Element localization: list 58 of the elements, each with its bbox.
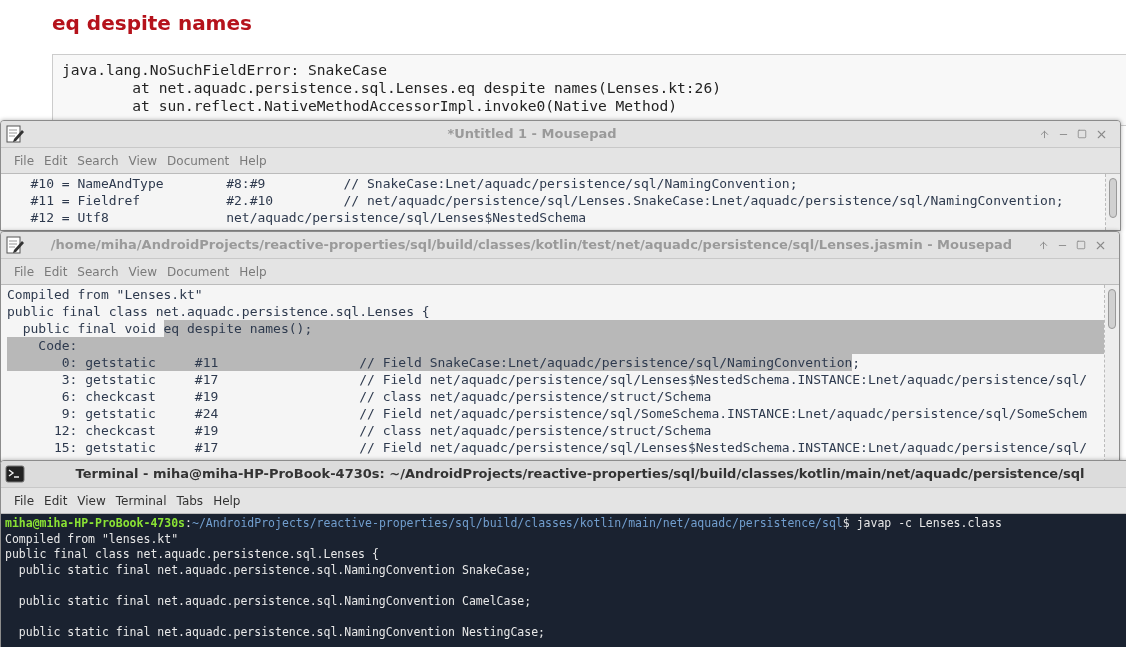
menu-item[interactable]: File — [9, 262, 40, 281]
selected-text: eq despite names(); — [163, 320, 1104, 337]
selected-text: 0: getstatic #11 // Field SnakeCase:Lnet/aquadc/persistence/sql/NamingConvention — [7, 354, 853, 371]
window-title: /home/miha/AndroidProjects/reactive-properties/sql/build/classes/kotlin/test/net/aquadc/persistence/sql/Lenses.jasmin - Mousepad — [50, 236, 1013, 255]
menu-item[interactable]: Edit — [39, 151, 73, 170]
page-heading: eq despite names — [52, 10, 253, 37]
menu-item[interactable]: Help — [234, 151, 272, 170]
terminal-text: public static final net.aquadc.persistence.sql.NamingConvention SnakeCase; — [17, 562, 532, 578]
menu-item[interactable]: View — [123, 262, 163, 281]
menu-item[interactable]: Help — [234, 262, 272, 281]
code-text: Compiled from "Lenses.kt" — [7, 286, 203, 303]
code-line: at net.aquadc.persistence.sql.Lenses.eq despite names(Lenses.kt:26) — [131, 79, 722, 97]
code-text: #10 = NameAndType #8:#9 // SnakeCase:Lnet/aquadc/persistence/sql/NamingConvention; — [29, 175, 798, 192]
maximize-icon[interactable] — [1077, 129, 1087, 139]
notepad-pencil-icon — [5, 124, 25, 144]
terminal-text: : — [185, 516, 192, 532]
menu-item[interactable]: Search — [72, 262, 124, 281]
code-text: #11 = Fieldref #2.#10 // net/aquadc/persistence/sql/Lenses.SnakeCase:Lnet/aquadc/persistence/sql/NamingConvention; — [29, 192, 1064, 209]
terminal-text: Compiled from "lenses.kt" — [5, 531, 179, 547]
prompt-path: ~/AndroidProjects/reactive-properties/sql/build/classes/kotlin/main/net/aquadc/persistence/sql — [191, 516, 843, 532]
menu-item[interactable]: Search — [72, 151, 124, 170]
selected-text: Code: — [7, 337, 1104, 354]
menu-item[interactable]: Document — [162, 151, 235, 170]
code-text: public final void — [21, 320, 157, 337]
menu-item[interactable]: File — [9, 151, 40, 170]
terminal-text: public static final net.aquadc.persistence.sql.NamingConvention CamelCase; — [17, 593, 532, 609]
code-text: ; — [852, 354, 861, 371]
terminal-text: $ javap -c Lenses.class — [842, 516, 1003, 532]
scrollbar[interactable] — [1105, 285, 1119, 462]
menu-item[interactable]: Tabs — [171, 491, 209, 510]
code-text: 6: checkcast #19 // class net/aquadc/persistence/struct/Schema — [60, 388, 712, 405]
shade-icon[interactable] — [1039, 128, 1050, 140]
menu-item[interactable]: Edit — [39, 491, 73, 510]
code-text: 12: checkcast #19 // class net/aquadc/persistence/struct/Schema — [52, 422, 712, 439]
maximize-icon[interactable] — [1076, 240, 1086, 250]
code-text: public final class net.aquadc.persistence.sql.Lenses { — [7, 303, 430, 320]
prompt-user: miha@miha-HP-ProBook-4730s — [5, 516, 185, 532]
terminal-text: public final class net.aquadc.persistence.sql.Lenses { — [5, 547, 379, 563]
menu-item[interactable]: View — [123, 151, 163, 170]
code-text: 15: getstatic #17 // Field net/aquadc/persistence/sql/Lenses$NestedSchema.INSTANCE:Lnet/aquadc/persistence/sql/ — [52, 439, 1088, 456]
window-title: *Untitled 1 - Mousepad — [447, 125, 617, 144]
notepad-pencil-icon — [5, 235, 25, 255]
menu-item[interactable]: Document — [162, 262, 235, 281]
shade-icon[interactable] — [1038, 239, 1049, 251]
code-line: at sun.reflect.NativeMethodAccessorImpl.invoke0(Native Method) — [131, 97, 679, 115]
terminal-icon — [5, 465, 25, 483]
code-text: 3: getstatic #17 // Field net/aquadc/persistence/sql/Lenses$NestedSchema.INSTANCE:Lnet/aquadc/persistence/sql/ — [60, 371, 1088, 388]
menu-item[interactable]: Help — [208, 491, 246, 510]
menu-item[interactable]: View — [72, 491, 111, 510]
menu-item[interactable]: Terminal — [110, 491, 172, 510]
code-line: java.lang.NoSuchFieldError: SnakeCase — [62, 61, 389, 79]
window-title: Terminal - miha@miha-HP-ProBook-4730s: ~/AndroidProjects/reactive-properties/sql/build/classes/kotlin/main/net/aquadc/persistence/sql — [75, 465, 1085, 484]
code-text: #12 = Utf8 net/aquadc/persistence/sql/Lenses$NestedSchema — [29, 209, 587, 226]
menu-item[interactable]: File — [9, 491, 40, 510]
code-text: 9: getstatic #24 // Field net/aquadc/persistence/sql/SomeSchema.INSTANCE:Lnet/aquadc/persistence/sql/SomeSchem — [60, 405, 1088, 422]
scrollbar[interactable] — [1106, 174, 1120, 230]
terminal-text: public static final net.aquadc.persistence.sql.NamingConvention NestingCase; — [17, 624, 546, 640]
menu-item[interactable]: Edit — [39, 262, 73, 281]
